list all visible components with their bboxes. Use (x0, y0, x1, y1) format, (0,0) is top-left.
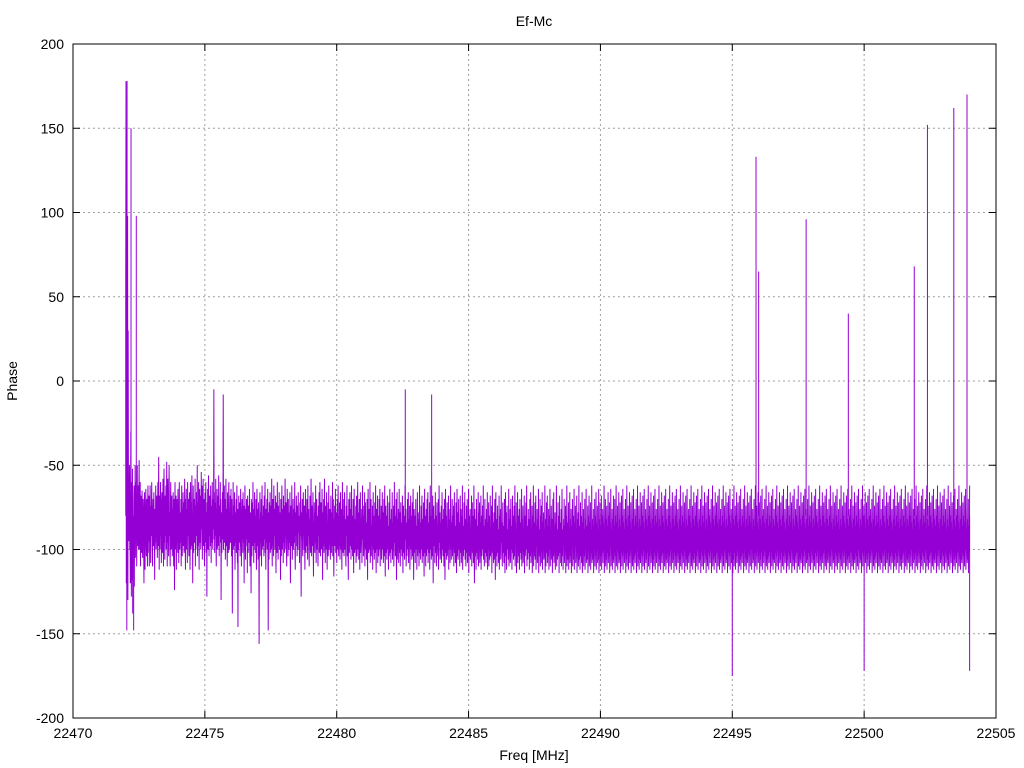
x-tick-label: 22490 (581, 725, 620, 741)
x-axis-label: Freq [MHz] (499, 747, 568, 763)
y-axis-label: Phase (4, 361, 20, 401)
y-tick-labels: -200 -150 -100 -50 0 50 100 150 200 (36, 36, 64, 726)
x-tick-label: 22505 (977, 725, 1016, 741)
y-tick-label: 200 (41, 36, 65, 52)
y-tick-label: 150 (41, 120, 65, 136)
series-group (125, 81, 971, 676)
y-tick-label: -100 (36, 542, 64, 558)
x-tick-label: 22500 (845, 725, 884, 741)
y-tick-label: 50 (48, 289, 64, 305)
x-tick-labels: 22470 22475 22480 22485 22490 22495 22500 22505 (54, 725, 1016, 741)
y-tick-label: 0 (56, 373, 64, 389)
phase-series-line (125, 81, 971, 644)
x-tick-label: 22470 (54, 725, 93, 741)
x-tick-label: 22475 (185, 725, 224, 741)
grid-lines (73, 44, 996, 718)
phase-chart: 22470 22475 22480 22485 22490 22495 22500 22505… (4, 13, 1016, 763)
x-tick-label: 22495 (713, 725, 752, 741)
x-tick-label: 22480 (317, 725, 356, 741)
y-tick-label: -200 (36, 710, 64, 726)
y-tick-label: -150 (36, 626, 64, 642)
chart-title: Ef-Mc (516, 13, 553, 29)
x-tick-label: 22485 (449, 725, 488, 741)
y-tick-label: -50 (44, 457, 64, 473)
y-tick-label: 100 (41, 205, 65, 221)
